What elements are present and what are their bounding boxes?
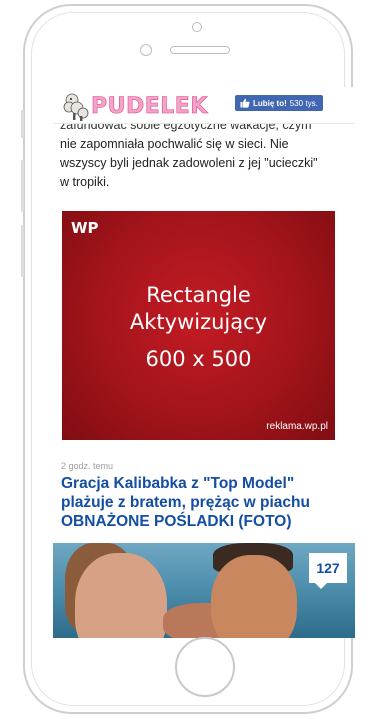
speaker-grille — [170, 46, 230, 54]
photo-count-badge: 127 — [309, 553, 347, 589]
article-line: w tropiki. — [60, 175, 110, 189]
facebook-like-button[interactable]: Lubię to! 530 tys. — [235, 95, 323, 111]
phone-screen: PUDELEK Lubię to! 530 tys. zafundować so… — [53, 87, 355, 638]
article-line: nie zapomniała pochwalić się w sieci. Ni… — [60, 137, 289, 151]
thumbs-up-icon — [240, 98, 250, 108]
mute-switch — [21, 110, 24, 138]
fb-like-count: 530 tys. — [289, 98, 318, 108]
photo-person-face — [211, 555, 297, 638]
ad-banner[interactable]: WP Rectangle Aktywizujący 600 x 500 rekl… — [62, 211, 335, 440]
wp-logo-icon: WP — [71, 219, 99, 237]
poodle-mascot-icon — [63, 93, 89, 121]
article-line: wszyscy byli jednak zadowoleni z jej "uc… — [60, 156, 318, 170]
site-header: PUDELEK Lubię to! 530 tys. — [53, 87, 355, 124]
home-button[interactable] — [175, 637, 235, 697]
volume-up-button — [21, 160, 24, 212]
news-timestamp: 2 godz. temu — [61, 461, 114, 471]
camera-icon — [192, 22, 202, 32]
news-headline-link[interactable]: Gracja Kalibabka z "Top Model" plażuje z… — [61, 474, 351, 531]
ad-size-label: 600 x 500 — [145, 347, 252, 371]
volume-down-button — [21, 225, 24, 277]
news-photo[interactable]: 127 — [53, 543, 355, 638]
ad-credit-link[interactable]: reklama.wp.pl — [266, 421, 328, 432]
photo-person-face — [75, 553, 167, 638]
ad-title-line: Aktywizujący — [129, 310, 268, 334]
logo-text: PUDELEK — [91, 93, 208, 119]
front-sensor-icon — [140, 44, 152, 56]
site-logo[interactable]: PUDELEK — [61, 90, 208, 122]
article-body: zafundować sobie egzotyczne wakacje, czy… — [60, 118, 350, 192]
ad-title-line: Rectangle — [146, 283, 251, 307]
fb-like-label: Lubię to! — [253, 98, 287, 108]
